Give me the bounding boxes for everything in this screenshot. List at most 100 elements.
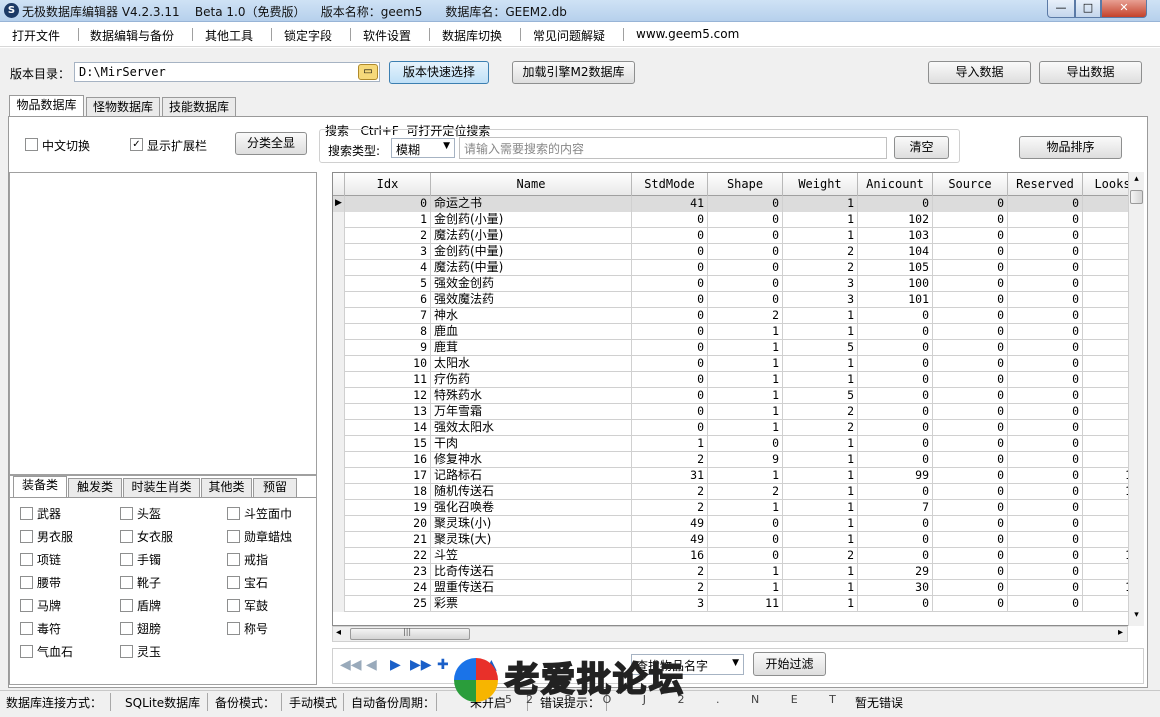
- table-cell[interactable]: 万年雪霜: [431, 404, 632, 420]
- table-cell[interactable]: 0: [858, 420, 933, 436]
- table-row[interactable]: 21聚灵珠(大)49010008: [333, 532, 1143, 548]
- table-cell[interactable]: 0: [708, 228, 783, 244]
- table-cell[interactable]: 0: [933, 292, 1008, 308]
- table-cell[interactable]: 0: [632, 372, 708, 388]
- table-cell[interactable]: 太阳水: [431, 356, 632, 372]
- table-row[interactable]: 7神水0210001: [333, 308, 1143, 324]
- tab-items[interactable]: 物品数据库: [9, 95, 84, 117]
- table-cell[interactable]: 0: [345, 196, 431, 212]
- table-cell[interactable]: 0: [933, 500, 1008, 516]
- table-cell[interactable]: 斗笠: [431, 548, 632, 564]
- table-cell[interactable]: 0: [1008, 356, 1083, 372]
- table-row[interactable]: 18随机传送石22100010: [333, 484, 1143, 500]
- table-cell[interactable]: 1: [708, 404, 783, 420]
- category-checkbox-item[interactable]: 毒符: [20, 620, 61, 637]
- tab-skills[interactable]: 技能数据库: [162, 97, 236, 117]
- table-cell[interactable]: 14: [345, 420, 431, 436]
- load-engine-button[interactable]: 加载引擎M2数据库: [512, 61, 635, 84]
- category-checkbox[interactable]: [120, 645, 133, 658]
- cat-tab-equipment[interactable]: 装备类: [13, 476, 67, 497]
- table-row[interactable]: 1金创药(小量)001102003: [333, 212, 1143, 228]
- table-cell[interactable]: 1: [783, 452, 858, 468]
- table-cell[interactable]: 0: [632, 260, 708, 276]
- category-checkbox-item[interactable]: 武器: [20, 505, 61, 522]
- category-checkbox-item[interactable]: 戒指: [227, 551, 268, 568]
- row-indicator[interactable]: ▶: [333, 196, 345, 212]
- table-cell[interactable]: 0: [933, 340, 1008, 356]
- table-cell[interactable]: 6: [345, 292, 431, 308]
- table-cell[interactable]: 0: [708, 292, 783, 308]
- table-row[interactable]: 24盟重传送石211300010: [333, 580, 1143, 596]
- table-cell[interactable]: 5: [345, 276, 431, 292]
- table-cell[interactable]: 1: [783, 500, 858, 516]
- table-cell[interactable]: 0: [708, 516, 783, 532]
- table-cell[interactable]: 0: [708, 436, 783, 452]
- row-indicator[interactable]: [333, 548, 345, 564]
- table-cell[interactable]: 0: [1008, 228, 1083, 244]
- column-header[interactable]: Reserved: [1008, 173, 1083, 196]
- table-row[interactable]: 12 特殊药水 0 1 5 0 0 0: [333, 388, 1143, 404]
- table-row[interactable]: 8 鹿血 0 1 1 0 0 0: [333, 324, 1143, 340]
- table-cell[interactable]: 7: [345, 308, 431, 324]
- table-cell[interactable]: 2: [708, 308, 783, 324]
- row-indicator[interactable]: [333, 468, 345, 484]
- table-cell[interactable]: 1: [783, 372, 858, 388]
- category-checkbox[interactable]: [120, 507, 133, 520]
- table-cell[interactable]: 0: [858, 340, 933, 356]
- row-indicator[interactable]: [333, 580, 345, 596]
- table-cell[interactable]: 0: [1008, 212, 1083, 228]
- category-checkbox-item[interactable]: 腰带: [20, 574, 61, 591]
- table-cell[interactable]: 魔法药(小量): [431, 228, 632, 244]
- table-cell[interactable]: 1: [783, 436, 858, 452]
- table-cell[interactable]: 30: [858, 580, 933, 596]
- table-cell[interactable]: 0: [858, 372, 933, 388]
- table-cell[interactable]: 1: [783, 196, 858, 212]
- menu-db-switch[interactable]: 数据库切换: [442, 27, 502, 44]
- category-checkbox[interactable]: [227, 553, 240, 566]
- cat-tab-fashion[interactable]: 时装生肖类: [123, 478, 200, 497]
- category-checkbox-item[interactable]: 称号: [227, 620, 268, 637]
- row-indicator[interactable]: [333, 404, 345, 420]
- table-cell[interactable]: 0: [1008, 324, 1083, 340]
- table-cell[interactable]: 魔法药(中量): [431, 260, 632, 276]
- table-cell[interactable]: 0: [708, 260, 783, 276]
- table-cell[interactable]: 1: [783, 212, 858, 228]
- table-cell[interactable]: 1: [345, 212, 431, 228]
- row-indicator[interactable]: [333, 276, 345, 292]
- table-cell[interactable]: 0: [933, 468, 1008, 484]
- category-checkbox[interactable]: [20, 622, 33, 635]
- table-cell[interactable]: 1: [708, 372, 783, 388]
- table-cell[interactable]: 彩票: [431, 596, 632, 612]
- item-sort-button[interactable]: 物品排序: [1019, 136, 1122, 159]
- table-cell[interactable]: 0: [933, 564, 1008, 580]
- table-cell[interactable]: 0: [858, 404, 933, 420]
- table-cell[interactable]: 3: [345, 244, 431, 260]
- vertical-scroll-thumb[interactable]: [1130, 190, 1143, 204]
- table-cell[interactable]: 2: [783, 404, 858, 420]
- table-cell[interactable]: 0: [1008, 580, 1083, 596]
- table-cell[interactable]: 2: [783, 244, 858, 260]
- table-cell[interactable]: 101: [858, 292, 933, 308]
- table-cell[interactable]: 8: [345, 324, 431, 340]
- menu-website[interactable]: www.geem5.com: [636, 27, 739, 41]
- row-indicator[interactable]: [333, 292, 345, 308]
- table-cell[interactable]: 鹿茸: [431, 340, 632, 356]
- table-cell[interactable]: 1: [783, 484, 858, 500]
- table-cell[interactable]: 0: [632, 356, 708, 372]
- show-ext-checkbox[interactable]: ✓: [130, 138, 143, 151]
- table-cell[interactable]: 18: [345, 484, 431, 500]
- table-cell[interactable]: 49: [632, 516, 708, 532]
- category-checkbox[interactable]: [20, 645, 33, 658]
- row-indicator[interactable]: [333, 484, 345, 500]
- menu-open-file[interactable]: 打开文件: [12, 27, 60, 44]
- table-cell[interactable]: 疗伤药: [431, 372, 632, 388]
- table-cell[interactable]: 0: [1008, 452, 1083, 468]
- table-cell[interactable]: 0: [933, 308, 1008, 324]
- table-cell[interactable]: 0: [858, 548, 933, 564]
- table-cell[interactable]: 0: [1008, 308, 1083, 324]
- column-header[interactable]: Shape: [708, 173, 783, 196]
- menu-other-tools[interactable]: 其他工具: [205, 27, 253, 44]
- category-checkbox-item[interactable]: 头盔: [120, 505, 161, 522]
- table-cell[interactable]: 24: [345, 580, 431, 596]
- quick-select-button[interactable]: 版本快速选择: [389, 61, 489, 84]
